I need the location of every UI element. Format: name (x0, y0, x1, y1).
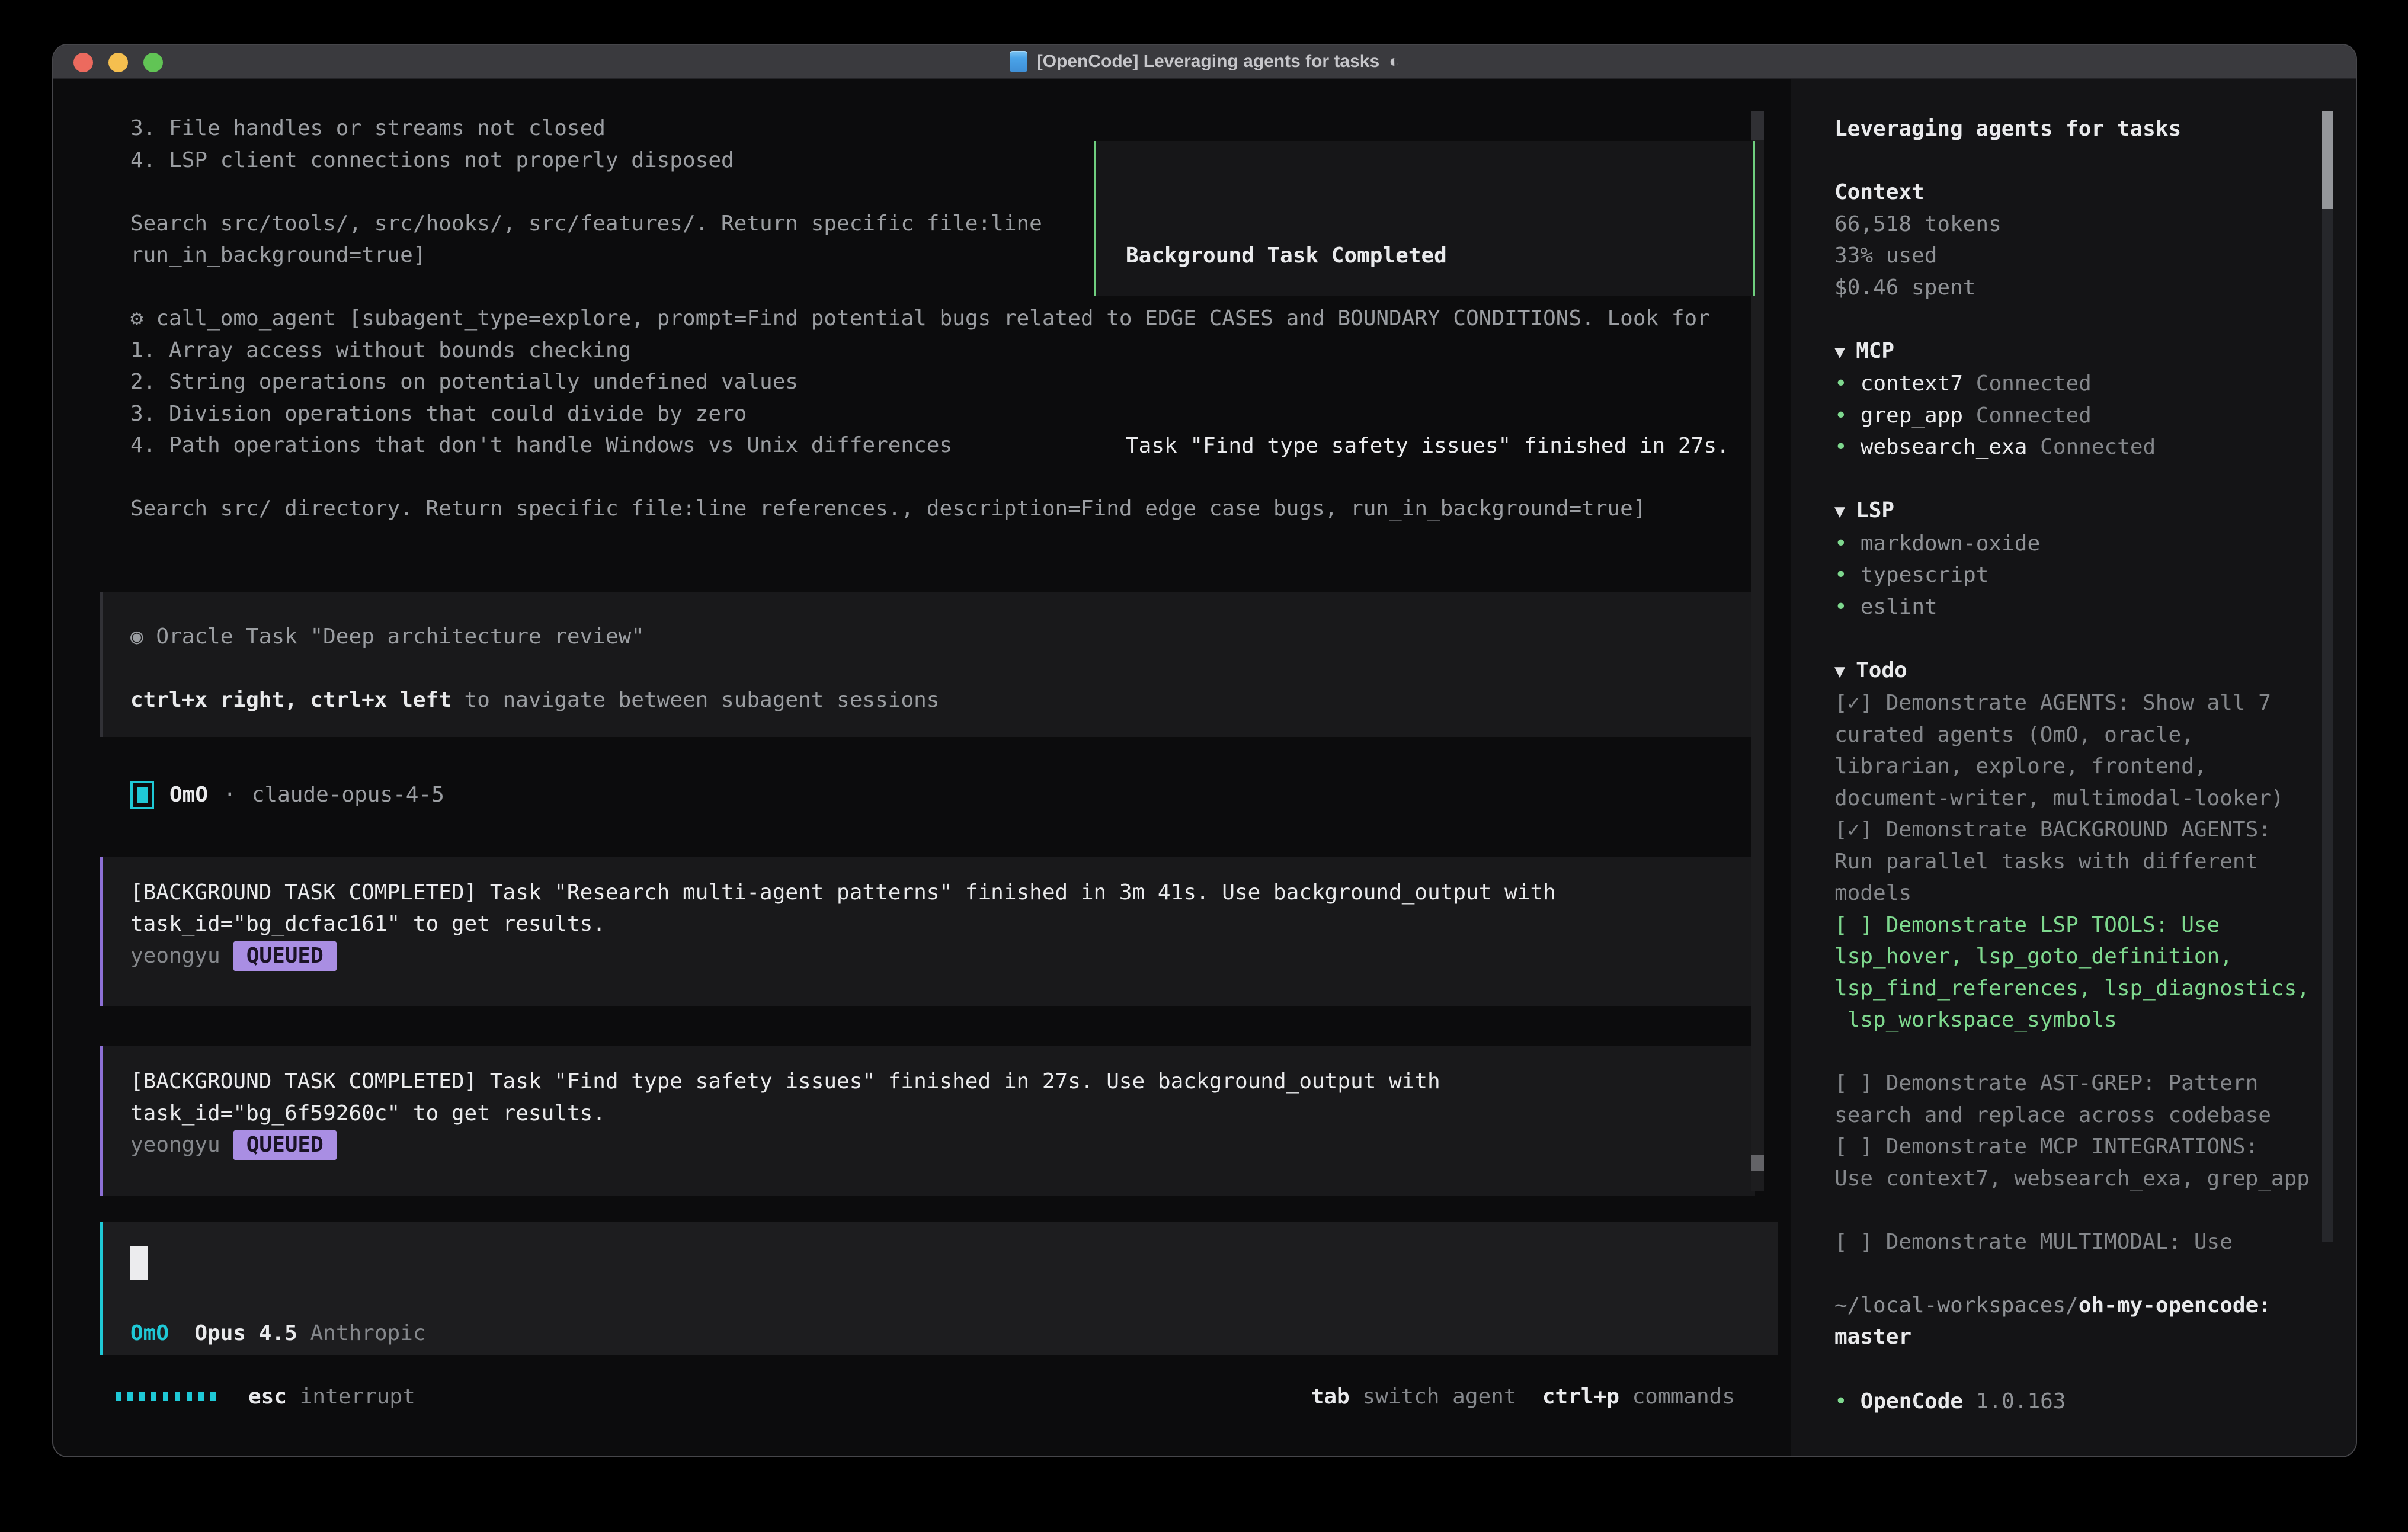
queued-badge: QUEUED (233, 941, 337, 971)
status-dot-icon: • (1834, 595, 1847, 619)
main-scrollbar-thumb-bottom[interactable] (1751, 1155, 1764, 1171)
todo-item: [ ] Demonstrate LSP TOOLS: Use lsp_hover… (1834, 909, 2356, 1036)
subagent-nav-hint: ctrl+x right, ctrl+x left to navigate be… (130, 684, 1728, 716)
chevron-down-icon: ▼ (1834, 501, 1845, 522)
context-used: 33% used (1834, 240, 2356, 272)
workspace-path: ~/local-workspaces/oh-my-opencode: (1834, 1290, 2356, 1322)
text-cursor (130, 1246, 148, 1280)
chevron-down-icon: ▼ (1834, 661, 1845, 682)
input-model-name: Opus 4.5 (194, 1321, 297, 1345)
shortcut-keys: ctrl+x right, ctrl+x left (130, 688, 451, 712)
input-agent-name: OmO (130, 1321, 169, 1345)
context-tokens: 66,518 tokens (1834, 209, 2356, 241)
transcript-line: 3. File handles or streams not closed (130, 113, 1791, 145)
task-user: yeongyu (130, 944, 220, 968)
toast-notification[interactable]: Background Task Completed Task "Find typ… (1094, 141, 1755, 296)
task-meta-row: yeongyu QUEUED (130, 940, 1728, 972)
todo-section-header[interactable]: ▼Todo (1834, 655, 2356, 688)
window-title-text: [OpenCode] Leveraging agents for tasks (1037, 44, 1379, 79)
record-icon: ◉ (130, 624, 143, 649)
mcp-item: •context7 Connected (1834, 368, 2356, 400)
task-message-line: task_id="bg_dcfac161" to get results. (130, 908, 1728, 940)
esc-hint: esc interrupt (248, 1381, 415, 1413)
lsp-item: •typescript (1834, 559, 2356, 591)
status-dot-icon: • (1834, 563, 1847, 587)
tab-key: tab (1311, 1384, 1350, 1409)
agent-name: OmO (169, 779, 208, 811)
agent-header-row: OmO · claude-opus-4-5 (130, 779, 1791, 811)
app-version-row: • OpenCode 1.0.163 (1834, 1386, 2356, 1418)
status-dot-icon: • (1834, 403, 1847, 428)
queued-badge: QUEUED (233, 1130, 337, 1160)
status-dot-icon: • (1834, 435, 1847, 459)
gear-icon: ⚙ (130, 306, 143, 331)
lsp-item: •markdown-oxide (1834, 528, 2356, 560)
session-state-icon: ◐ (1389, 44, 1400, 79)
mcp-section-header[interactable]: ▼MCP (1834, 335, 2356, 368)
sidebar: Leveraging agents for tasks Context 66,5… (1791, 79, 2356, 1456)
activity-dots (116, 1392, 216, 1401)
agent-model: claude-opus-4-5 (252, 779, 444, 811)
tab-label: switch agent (1362, 1384, 1516, 1409)
ctrlp-key: ctrl+p (1542, 1384, 1619, 1409)
traffic-lights (73, 45, 163, 79)
context-spent: $0.46 spent (1834, 272, 2356, 304)
toast-body: Task "Find type safety issues" finished … (1126, 430, 1753, 462)
task-message-line: [BACKGROUND TASK COMPLETED] Task "Resear… (130, 877, 1728, 909)
status-dot-icon: • (1834, 531, 1847, 556)
keyboard-hints: tab switch agent ctrl+p commands (1311, 1381, 1735, 1413)
todo-item: [ ] Demonstrate MCP INTEGRATIONS: Use co… (1834, 1131, 2356, 1194)
git-branch: master (1834, 1321, 2356, 1353)
agent-icon (130, 781, 154, 809)
oracle-task-box: ◉ Oracle Task "Deep architecture review"… (100, 592, 1755, 738)
sidebar-scrollbar[interactable] (2322, 111, 2333, 1242)
background-task-message: [BACKGROUND TASK COMPLETED] Task "Find t… (100, 1046, 1755, 1196)
mcp-item: •grep_app Connected (1834, 400, 2356, 432)
sidebar-scrollbar-thumb[interactable] (2322, 111, 2333, 209)
close-button[interactable] (73, 53, 93, 72)
separator-dot: · (223, 779, 236, 811)
todo-item: [✓] Demonstrate BACKGROUND AGENTS: Run p… (1834, 814, 2356, 909)
folder-icon (1010, 51, 1027, 72)
prompt-input[interactable]: OmO Opus 4.5 Anthropic (100, 1222, 1778, 1355)
todo-item: [✓] Demonstrate AGENTS: Show all 7 curat… (1834, 687, 2356, 814)
status-dot-icon: • (1834, 371, 1847, 396)
session-title: Leveraging agents for tasks (1834, 113, 2356, 145)
input-provider-name: Anthropic (310, 1321, 425, 1345)
oracle-task-title: ◉ Oracle Task "Deep architecture review" (130, 621, 1728, 653)
mcp-item: •websearch_exa Connected (1834, 431, 2356, 463)
ctrlp-label: commands (1632, 1384, 1735, 1409)
status-bar: esc interrupt tab switch agent ctrl+p co… (53, 1381, 1791, 1413)
main-scrollbar-thumb-top[interactable] (1751, 111, 1764, 140)
app-window: [OpenCode] Leveraging agents for tasks ◐… (52, 44, 2357, 1457)
title-bar[interactable]: [OpenCode] Leveraging agents for tasks ◐ (53, 45, 2356, 79)
task-user: yeongyu (130, 1133, 220, 1157)
shortcut-description: to navigate between subagent sessions (451, 688, 940, 712)
lsp-item: •eslint (1834, 591, 2356, 623)
chevron-down-icon: ▼ (1834, 342, 1845, 363)
todo-item: [ ] Demonstrate MULTIMODAL: Use (1834, 1226, 2356, 1258)
toast-title: Background Task Completed (1126, 240, 1753, 272)
minimize-button[interactable] (108, 53, 128, 72)
status-dot-icon: • (1834, 1389, 1847, 1414)
lsp-section-header[interactable]: ▼LSP (1834, 495, 2356, 528)
task-message-line: task_id="bg_6f59260c" to get results. (130, 1098, 1728, 1130)
task-meta-row: yeongyu QUEUED (130, 1129, 1728, 1161)
app-name: OpenCode (1861, 1389, 1963, 1414)
background-task-message: [BACKGROUND TASK COMPLETED] Task "Resear… (100, 857, 1755, 1007)
content-area: 3. File handles or streams not closed 4.… (53, 79, 2356, 1456)
task-message-line: [BACKGROUND TASK COMPLETED] Task "Find t… (130, 1066, 1728, 1098)
context-heading: Context (1834, 177, 2356, 209)
app-version: 1.0.163 (1976, 1389, 2066, 1414)
todo-item: [ ] Demonstrate AST-GREP: Pattern search… (1834, 1068, 2356, 1131)
input-model-row: OmO Opus 4.5 Anthropic (130, 1318, 1750, 1350)
window-title: [OpenCode] Leveraging agents for tasks ◐ (1010, 44, 1400, 79)
zoom-button[interactable] (143, 53, 163, 72)
